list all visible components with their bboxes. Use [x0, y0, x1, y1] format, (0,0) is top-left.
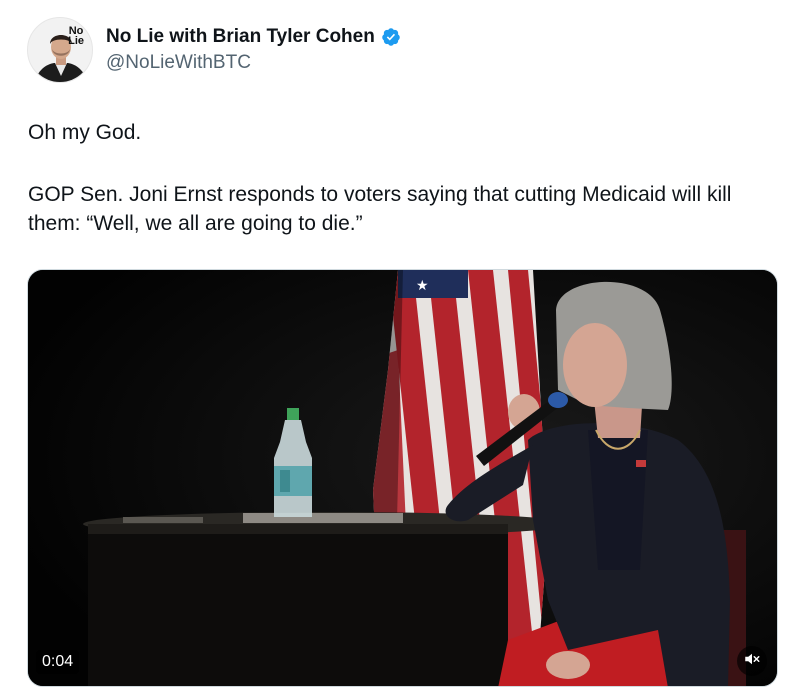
video-frame: ★ [28, 270, 777, 686]
tweet-text: Oh my God. GOP Sen. Joni Ernst responds … [28, 118, 788, 238]
author-display-name[interactable]: No Lie with Brian Tyler Cohen [106, 25, 375, 49]
tweet-text-line1: Oh my God. [28, 121, 142, 144]
tweet-header: No Lie No Lie with Brian Tyler Cohen @No… [27, 17, 401, 83]
mute-button[interactable] [737, 646, 767, 676]
name-row: No Lie with Brian Tyler Cohen [106, 25, 401, 49]
tweet-card: No Lie No Lie with Brian Tyler Cohen @No… [0, 0, 810, 697]
author-handle[interactable]: @NoLieWithBTC [106, 51, 401, 75]
author-info: No Lie with Brian Tyler Cohen @NoLieWith… [106, 25, 401, 75]
avatar-logo: No Lie [68, 25, 84, 47]
verified-badge-icon[interactable] [381, 27, 401, 47]
video-timestamp: 0:04 [36, 650, 80, 674]
svg-text:★: ★ [416, 278, 429, 294]
video-player[interactable]: ★ 0:04 [27, 269, 778, 687]
avatar[interactable]: No Lie [27, 17, 93, 83]
speaker-muted-icon [743, 650, 761, 673]
tweet-text-line2: GOP Sen. Joni Ernst responds to voters s… [28, 183, 732, 235]
table [83, 512, 573, 686]
